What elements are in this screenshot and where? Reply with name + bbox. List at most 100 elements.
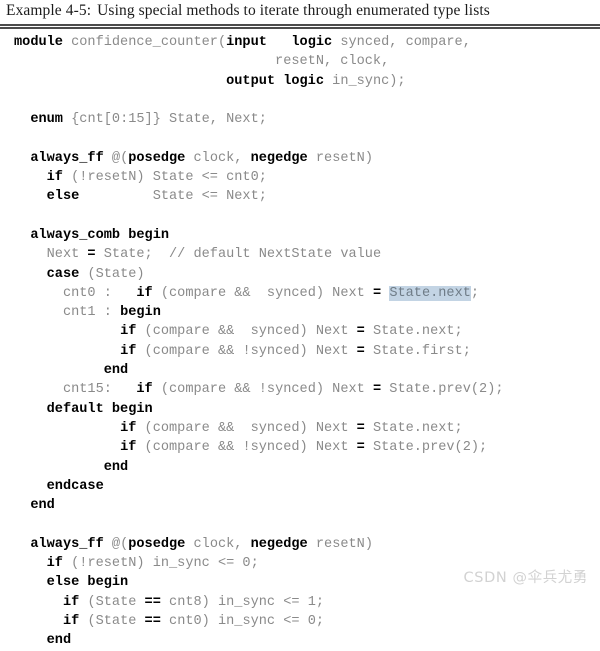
code-keyword: else begin: [46, 575, 129, 591]
code-line: Next = State; // default NextState value: [0, 245, 600, 264]
code-keyword: case: [46, 266, 80, 282]
code-line: else State <= Next;: [0, 187, 600, 206]
code-line: end: [0, 361, 600, 380]
code-line: case (State): [0, 265, 600, 284]
code-keyword: end: [103, 363, 129, 379]
code-line: if (State == cnt0) in_sync <= 0;: [0, 612, 600, 631]
code-line: if (State == cnt8) in_sync <= 1;: [0, 593, 600, 612]
code-text: synced, compare,: [332, 35, 471, 50]
code-keyword: if: [46, 556, 63, 572]
code-keyword: if: [62, 613, 80, 629]
code-keyword: posedge: [128, 150, 186, 166]
code-keyword: always_ff: [30, 150, 104, 166]
code-text: Next: [14, 247, 88, 263]
code-keyword: begin: [120, 305, 161, 321]
code-keyword: input: [226, 35, 267, 50]
code-text: ;: [470, 285, 480, 301]
code-text: @(: [103, 536, 129, 552]
code-line: cnt15: if (compare && !synced) Next = St…: [0, 380, 600, 399]
code-keyword: negedge: [250, 536, 308, 552]
code-keyword: if: [120, 324, 137, 340]
code-text: (compare && synced) Next: [136, 420, 357, 436]
csdn-watermark: CSDN @伞兵尤勇: [463, 570, 588, 586]
code-keyword: posedge: [128, 536, 186, 552]
selected-code-token[interactable]: State.next: [389, 285, 471, 301]
code-keyword: if: [46, 170, 63, 186]
code-line: module confidence_counter(input logic sy…: [0, 33, 600, 52]
code-keyword: if: [136, 285, 153, 301]
code-text: (!resetN) State <= cnt0;: [62, 170, 267, 186]
code-keyword: output logic: [226, 73, 325, 89]
rule-line-top: [0, 24, 600, 26]
code-listing: module confidence_counter(input logic sy…: [0, 33, 600, 651]
example-caption: Example 4-5: Using special methods to ite…: [6, 2, 594, 20]
code-keyword: else: [46, 189, 80, 205]
code-line: enum {cnt[0:15]} State, Next;: [0, 110, 600, 129]
code-line: if (!resetN) State <= cnt0;: [0, 168, 600, 187]
code-keyword: module: [14, 35, 63, 50]
code-line: end: [0, 458, 600, 477]
code-text: (compare && synced) Next: [136, 324, 357, 340]
code-line: end: [0, 496, 600, 515]
code-keyword: if: [136, 382, 153, 398]
code-text: State.prev(2);: [364, 440, 488, 456]
code-line: resetN, clock,: [0, 52, 600, 71]
caption-double-rule: [0, 24, 600, 29]
code-text: clock,: [185, 536, 251, 552]
code-keyword: endcase: [46, 478, 104, 494]
code-keyword: always_ff: [30, 536, 104, 552]
example-caption-label: Example 4-5:: [6, 2, 92, 19]
code-keyword: always_comb begin: [30, 227, 170, 243]
code-keyword: if: [120, 440, 137, 456]
code-keyword: ==: [144, 594, 161, 610]
code-line: always_ff @(posedge clock, negedge reset…: [0, 149, 600, 168]
code-line: always_comb begin: [0, 226, 600, 245]
code-line: if (compare && !synced) Next = State.pre…: [0, 438, 600, 457]
code-text: State.prev(2);: [381, 382, 504, 398]
code-line: if (compare && synced) Next = State.next…: [0, 419, 600, 438]
code-text: resetN, clock,: [14, 54, 390, 70]
code-text: cnt15:: [14, 382, 137, 398]
code-keyword: =: [372, 285, 382, 301]
code-text: @(: [103, 150, 129, 166]
code-keyword: =: [356, 420, 365, 436]
code-text: State <= Next;: [79, 189, 267, 205]
code-text: {cnt[0:15]} State, Next;: [62, 112, 267, 128]
code-text: (compare && !synced) Next: [152, 382, 373, 398]
code-keyword: =: [356, 343, 365, 359]
code-keyword: end: [46, 633, 72, 649]
code-text: in_sync);: [324, 73, 406, 89]
code-text: (!resetN) in_sync <= 0;: [62, 556, 259, 572]
code-keyword: end: [30, 498, 55, 514]
code-keyword: default begin: [46, 401, 153, 417]
code-keyword: =: [372, 382, 382, 398]
code-keyword: =: [356, 324, 365, 340]
code-text: cnt1 :: [14, 305, 121, 321]
code-text: clock,: [185, 150, 251, 166]
code-keyword: =: [356, 440, 365, 456]
code-keyword: logic: [291, 35, 333, 50]
code-keyword: =: [87, 247, 96, 263]
